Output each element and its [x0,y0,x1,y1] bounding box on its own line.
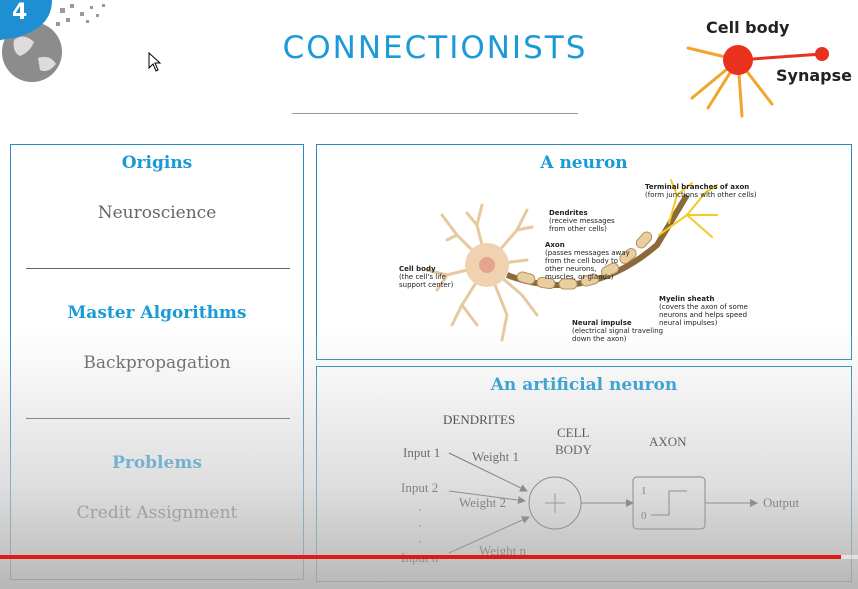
axon-sub: other neurons, [545,265,597,273]
origins-text: Neuroscience [97,203,217,223]
dendrites-title: Dendrites [549,209,588,217]
master-algorithms-text: Backpropagation [83,353,231,373]
input-1-label: Input 1 [403,445,441,460]
weight-1-label: Weight 1 [472,449,519,464]
cell-body-title: Cell body [399,265,436,273]
terminal-branches-sub: (form junctions with other cells) [645,191,757,199]
synapse-label: Synapse [776,66,852,85]
summary-panel: Origins Neuroscience Master Algorithms B… [10,144,304,580]
artificial-neuron-diagram [448,452,758,554]
myelin-title: Myelin sheath [659,295,715,303]
video-progress-fill [0,555,841,559]
video-progress-bar[interactable] [0,555,858,559]
axon-sub: from the cell body to [545,257,619,265]
neural-impulse-annotation: Neural impulse (electrical signal travel… [572,319,663,343]
myelin-sub: neurons and helps speed [659,311,748,319]
slide-number: 4 [12,0,28,25]
neural-impulse-sub: down the axon) [572,335,627,343]
dendrites-annotation: Dendrites (receive messages from other c… [549,209,615,233]
neuron-panel: A neuron Terminal branches of axon (form… [316,144,852,360]
ellipsis-dot: · [418,502,423,517]
terminal-branches-annotation: Terminal branches of axon (form junction… [645,183,757,199]
problems-heading: Problems [112,453,202,473]
origins-heading: Origins [121,153,193,173]
neural-impulse-sub: (electrical signal traveling [572,327,664,335]
section-divider [26,268,290,269]
cell-body-sub: (the cell's life [399,273,446,281]
terminal-branches-title: Terminal branches of axon [645,183,750,191]
dendrites-label: DENDRITES [443,412,516,427]
axon-title: Axon [545,241,565,249]
cell-body-annotation: Cell body (the cell's life support cente… [399,265,453,289]
dendrites-sub: (receive messages [549,217,615,225]
neuron-panel-title: A neuron [540,153,628,173]
mouse-cursor-icon [148,51,162,76]
problems-text: Credit Assignment [76,503,238,523]
step-low-label: 0 [641,510,647,522]
title-underline [292,113,578,114]
ellipsis-dot: · [418,534,423,549]
slide-number-logo: 4 [0,0,120,90]
input-2-label: Input 2 [401,480,439,495]
myelin-annotation: Myelin sheath (covers the axon of some n… [659,295,748,327]
step-high-label: 1 [641,485,647,497]
cell-label: CELL [557,425,590,440]
section-divider [26,418,290,419]
axon-sub: muscles, or glands) [545,273,614,281]
ellipsis-dot: · [418,518,423,533]
axon-label: AXON [649,434,687,449]
cell-body-synapse-logo: Cell body Synapse [682,12,858,120]
output-label: Output [763,495,800,510]
body-label: BODY [555,442,592,457]
dendrites-sub: from other cells) [549,225,607,233]
weight-2-label: Weight 2 [459,495,506,510]
neural-impulse-title: Neural impulse [572,319,632,327]
axon-annotation: Axon (passes messages away from the cell… [545,241,630,281]
artificial-neuron-panel: An artificial neuron DENDRITES CELL BODY… [316,366,852,582]
axon-sub: (passes messages away [545,249,630,257]
master-algorithms-heading: Master Algorithms [67,303,247,323]
myelin-sub: neural impulses) [659,319,718,327]
myelin-sub: (covers the axon of some [659,303,748,311]
page-title: CONNECTIONISTS [282,30,588,66]
cell-body-label: Cell body [706,18,790,37]
cell-body-sub: support center) [399,281,454,289]
